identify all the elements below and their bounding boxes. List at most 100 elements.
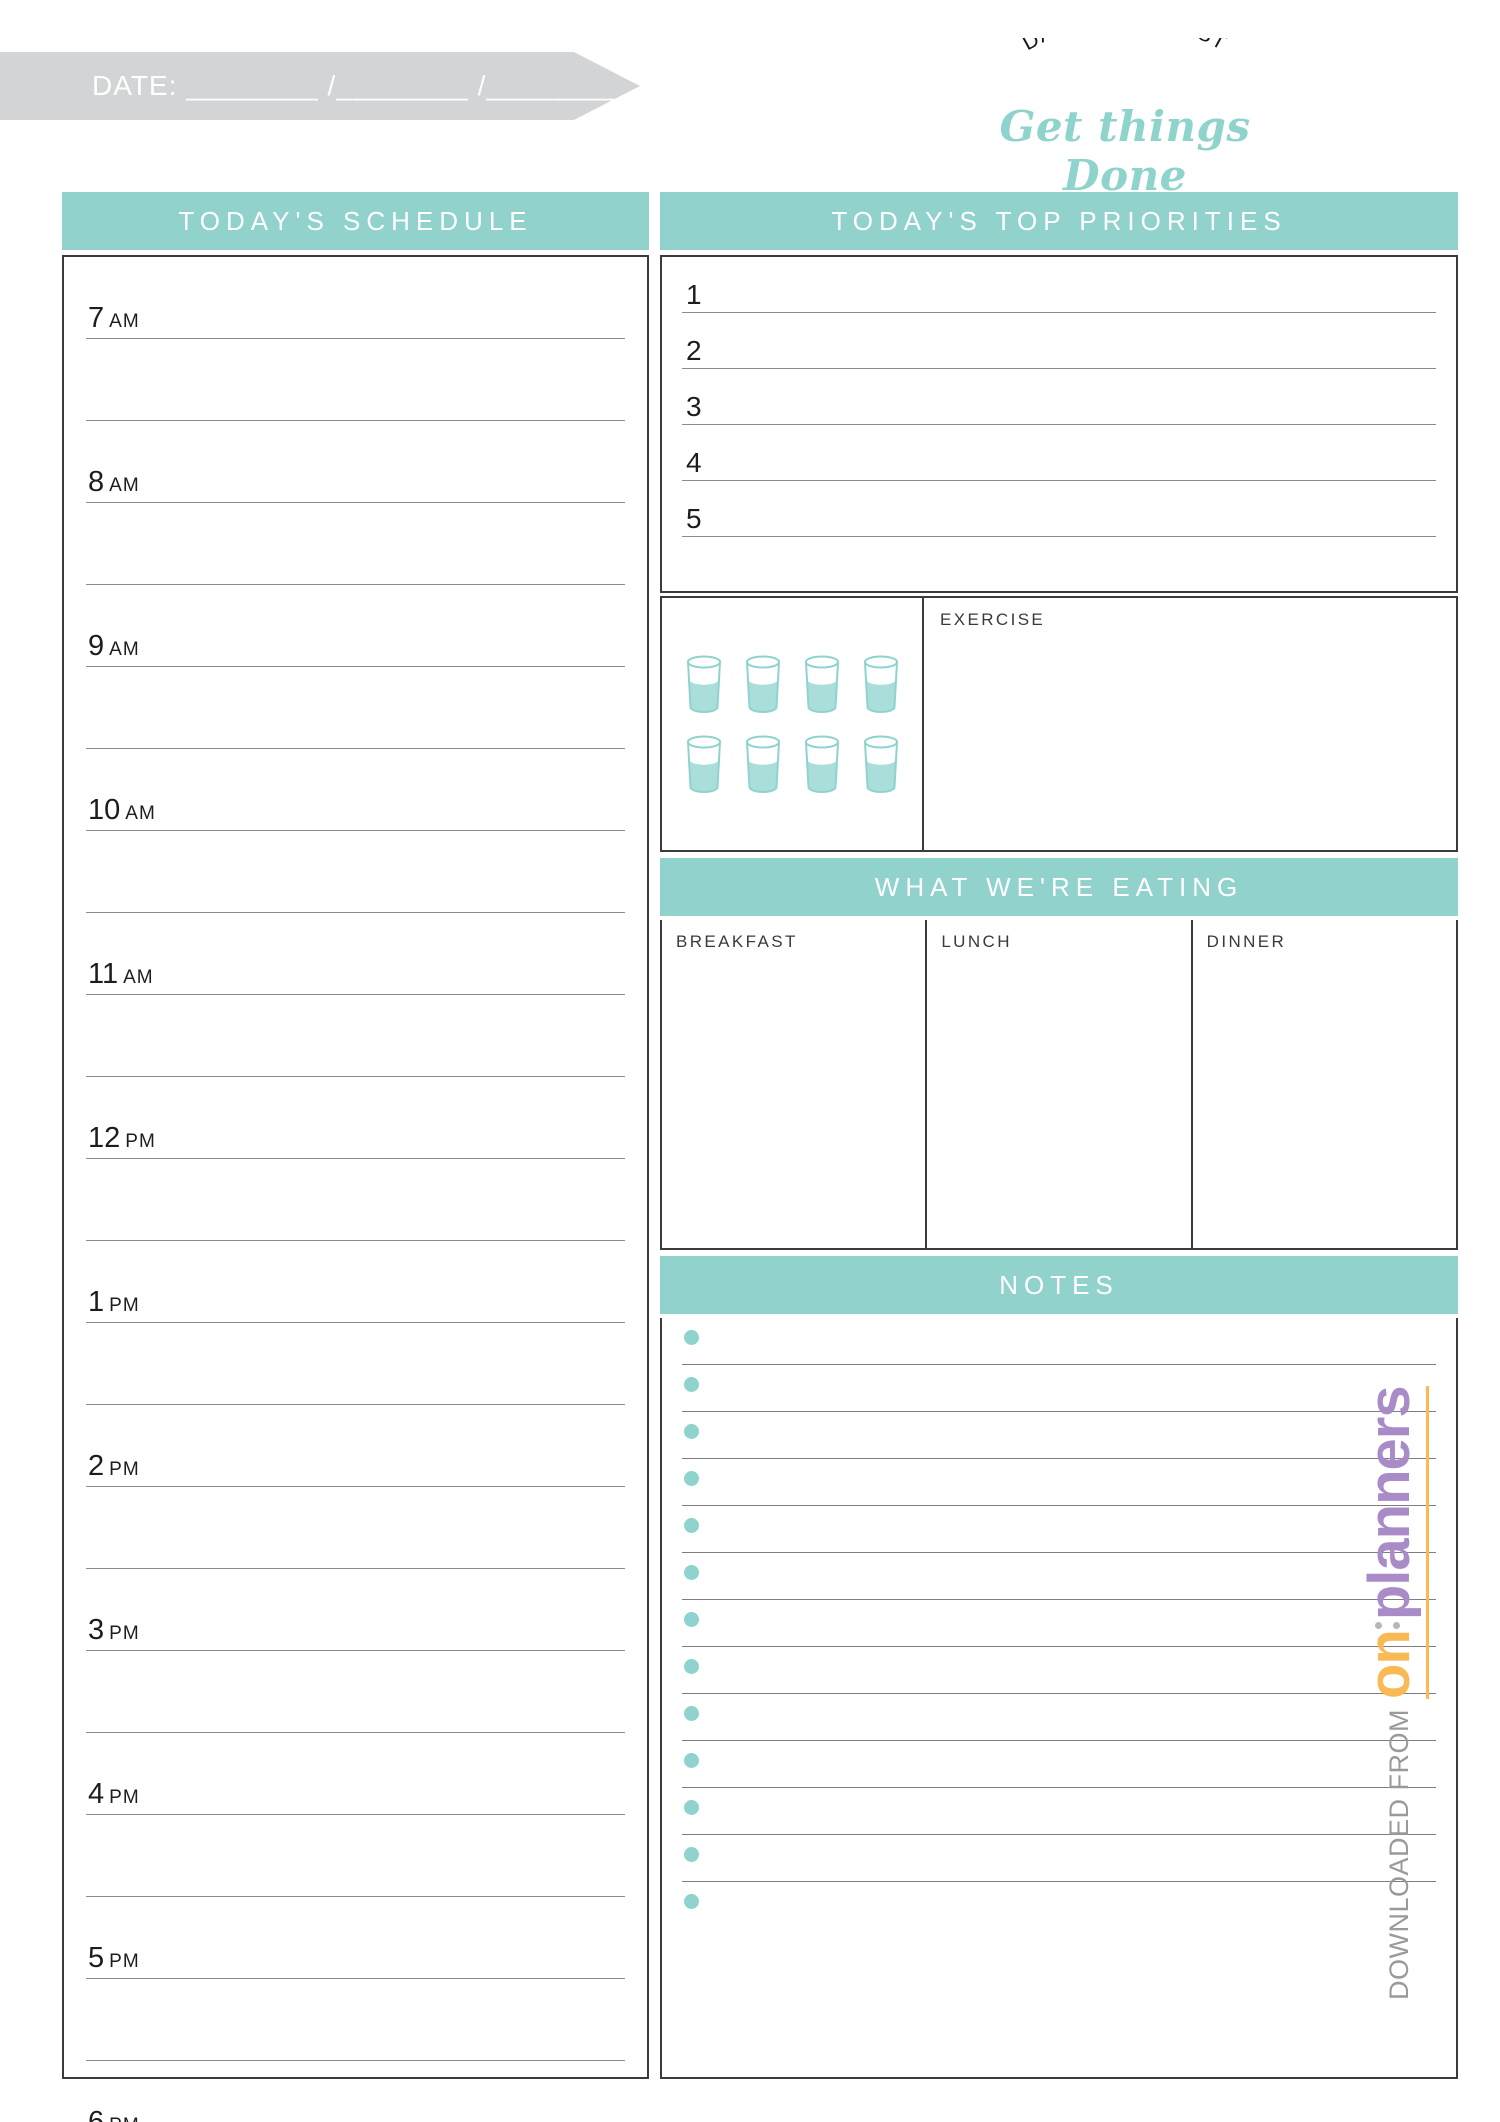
schedule-time-label: 3 PM	[88, 1614, 140, 1647]
note-row[interactable]	[662, 1647, 1456, 1694]
note-row[interactable]	[662, 1318, 1456, 1365]
schedule-slot[interactable]	[64, 831, 647, 913]
notes-header-bar: NOTES	[660, 1256, 1458, 1314]
schedule-slot[interactable]	[64, 1979, 647, 2061]
note-bullet-icon	[684, 1800, 699, 1815]
priority-row[interactable]: 3	[662, 369, 1456, 425]
priorities-header-label: TODAY'S TOP PRIORITIES	[831, 205, 1287, 236]
note-row[interactable]	[662, 1459, 1456, 1506]
meal-column[interactable]: DINNER	[1193, 920, 1456, 1248]
schedule-time-label: 9 AM	[88, 630, 140, 663]
water-glass-icon[interactable]	[858, 733, 904, 795]
schedule-slot[interactable]: 6 PM	[64, 2061, 647, 2122]
note-row[interactable]	[662, 1741, 1456, 1788]
schedule-meridiem: PM	[109, 1623, 140, 1644]
schedule-hour: 12	[88, 1122, 121, 1154]
schedule-meridiem: PM	[125, 1131, 156, 1152]
eating-panel: BREAKFAST LUNCH DINNER	[660, 920, 1458, 1250]
schedule-slot[interactable]	[64, 995, 647, 1077]
meal-column[interactable]: BREAKFAST	[662, 920, 928, 1248]
schedule-slot[interactable]	[64, 1651, 647, 1733]
priority-row[interactable]: 4	[662, 425, 1456, 481]
priority-number: 4	[686, 447, 702, 478]
note-row[interactable]	[662, 1788, 1456, 1835]
schedule-slot[interactable]	[64, 1323, 647, 1405]
note-row[interactable]	[662, 1882, 1456, 1929]
schedule-hour: 5	[88, 1942, 105, 1974]
schedule-slot[interactable]: 8 AM	[64, 421, 647, 503]
schedule-meridiem: AM	[109, 639, 140, 660]
schedule-meridiem: PM	[109, 1459, 140, 1480]
date-banner: DATE: ________ /________ /________	[0, 52, 640, 120]
schedule-slot[interactable]: 11 AM	[64, 913, 647, 995]
eating-header-bar: WHAT WE'RE EATING	[660, 858, 1458, 916]
note-row[interactable]	[662, 1553, 1456, 1600]
water-glass-icon[interactable]	[681, 653, 727, 715]
schedule-meridiem: PM	[109, 2115, 140, 2122]
meal-label: LUNCH	[941, 932, 1012, 951]
meal-column[interactable]: LUNCH	[927, 920, 1193, 1248]
schedule-hour: 1	[88, 1286, 105, 1318]
schedule-time-label: 1 PM	[88, 1286, 140, 1319]
priority-rule	[682, 536, 1436, 537]
schedule-slot[interactable]	[64, 1159, 647, 1241]
schedule-meridiem: PM	[109, 1295, 140, 1316]
schedule-slot[interactable]: 9 AM	[64, 585, 647, 667]
schedule-slot[interactable]	[64, 667, 647, 749]
svg-text:DAILY TO DO LIST: DAILY TO DO LIST	[1019, 38, 1231, 55]
schedule-meridiem: PM	[109, 1951, 140, 1972]
water-glass-icon[interactable]	[681, 733, 727, 795]
schedule-time-label: 12 PM	[88, 1122, 156, 1155]
schedule-time-label: 11 AM	[88, 958, 154, 991]
schedule-meridiem: PM	[109, 1787, 140, 1808]
water-glass-icon[interactable]	[858, 653, 904, 715]
schedule-slot[interactable]: 3 PM	[64, 1569, 647, 1651]
eating-header-label: WHAT WE'RE EATING	[874, 871, 1244, 902]
water-glass-icon[interactable]	[740, 653, 786, 715]
priority-row[interactable]: 1	[662, 257, 1456, 313]
note-row[interactable]	[662, 1600, 1456, 1647]
schedule-slot[interactable]	[64, 1815, 647, 1897]
schedule-slot[interactable]	[64, 503, 647, 585]
note-row[interactable]	[662, 1835, 1456, 1882]
arc-title-text: DAILY TO DO LIST	[1019, 38, 1230, 55]
schedule-hour: 8	[88, 466, 105, 498]
schedule-time-label: 5 PM	[88, 1942, 140, 1975]
note-row[interactable]	[662, 1412, 1456, 1459]
schedule-hour: 2	[88, 1450, 105, 1482]
schedule-hour: 7	[88, 302, 105, 334]
water-glass-icon[interactable]	[740, 733, 786, 795]
script-title: Get things Done	[999, 102, 1251, 200]
exercise-cell[interactable]: EXERCISE	[924, 598, 1456, 850]
priority-row[interactable]: 5	[662, 481, 1456, 537]
schedule-slot[interactable]: 5 PM	[64, 1897, 647, 1979]
priority-row[interactable]: 2	[662, 313, 1456, 369]
water-glass-icon[interactable]	[799, 733, 845, 795]
schedule-slot[interactable]: 2 PM	[64, 1405, 647, 1487]
schedule-slot[interactable]: 1 PM	[64, 1241, 647, 1323]
note-bullet-icon	[684, 1753, 699, 1768]
schedule-slot[interactable]: 10 AM	[64, 749, 647, 831]
note-row[interactable]	[662, 1694, 1456, 1741]
schedule-hour: 10	[88, 794, 121, 826]
schedule-time-label: 7 AM	[88, 302, 140, 335]
water-glass-row	[681, 733, 904, 795]
date-field-label[interactable]: DATE: ________ /________ /________	[92, 70, 619, 102]
schedule-time-label: 8 AM	[88, 466, 140, 499]
note-row[interactable]	[662, 1365, 1456, 1412]
schedule-slot[interactable]: 7 AM	[64, 257, 647, 339]
schedule-meridiem: AM	[123, 967, 154, 988]
note-bullet-icon	[684, 1330, 699, 1345]
schedule-slot[interactable]: 12 PM	[64, 1077, 647, 1159]
schedule-slot[interactable]	[64, 1487, 647, 1569]
schedule-slot[interactable]	[64, 339, 647, 421]
note-row[interactable]	[662, 1506, 1456, 1553]
schedule-header-bar: TODAY'S SCHEDULE	[62, 192, 649, 250]
schedule-hour: 11	[88, 958, 119, 990]
schedule-slot[interactable]: 4 PM	[64, 1733, 647, 1815]
water-glass-icon[interactable]	[799, 653, 845, 715]
schedule-meridiem: AM	[125, 803, 156, 824]
water-tracker	[662, 598, 924, 850]
notes-panel	[660, 1318, 1458, 2079]
note-bullet-icon	[684, 1659, 699, 1674]
